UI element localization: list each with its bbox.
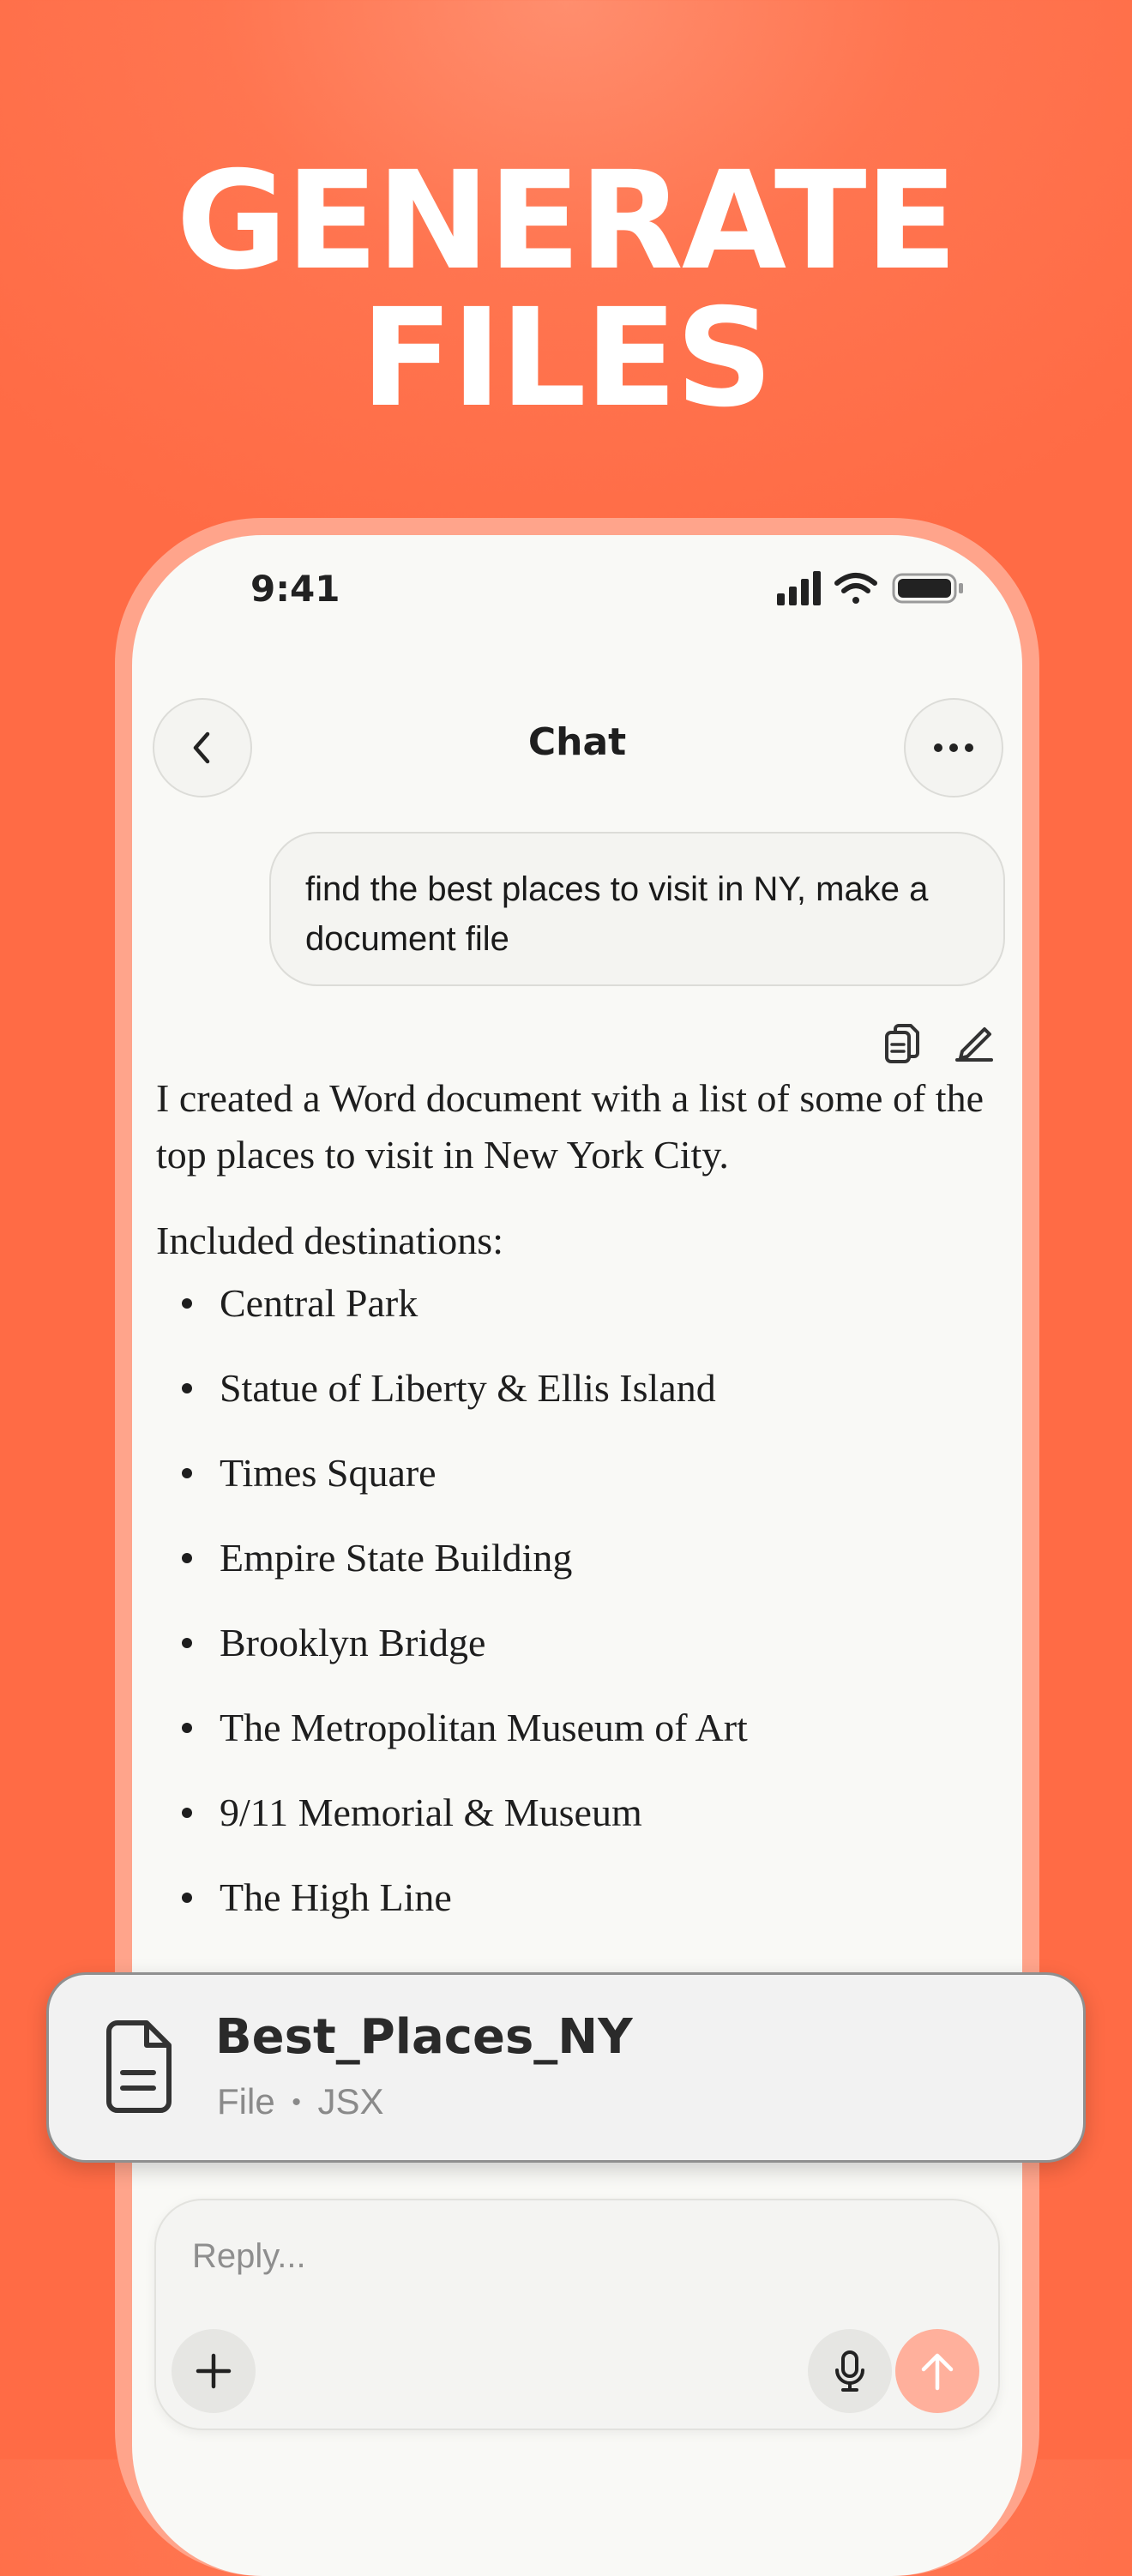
headline-line-1: GENERATE [176, 142, 957, 300]
phone-screen: 9:41 Chat find the best places to visit … [132, 535, 1022, 2576]
headline: GENERATE FILES [0, 153, 1132, 427]
list-item: The Metropolitan Museum of Art [156, 1702, 1005, 1787]
mic-icon [835, 2350, 864, 2392]
file-meta-separator: • [292, 2088, 301, 2116]
reply-composer [154, 2199, 1000, 2430]
battery-icon [892, 573, 963, 604]
signal-icon [777, 571, 821, 605]
edit-icon[interactable] [950, 1020, 998, 1068]
list-item: Brooklyn Bridge [156, 1617, 1005, 1702]
status-time: 9:41 [250, 568, 340, 610]
list-item: 9/11 Memorial & Museum [156, 1787, 1005, 1872]
send-button[interactable] [895, 2329, 979, 2413]
file-type-label: File [217, 2081, 275, 2122]
wifi-icon [834, 573, 877, 604]
file-meta: File • JSX [217, 2081, 384, 2122]
list-item: Statue of Liberty & Ellis Island [156, 1363, 1005, 1447]
more-button[interactable] [904, 698, 1003, 797]
list-item: Central Park [156, 1278, 1005, 1363]
list-item: Times Square [156, 1447, 1005, 1532]
assistant-message: I created a Word document with a list of… [156, 1070, 1005, 1957]
destinations-heading: Included destinations: [156, 1219, 503, 1262]
file-extension: JSX [317, 2081, 384, 2122]
add-attachment-button[interactable] [172, 2329, 256, 2413]
reply-input[interactable] [190, 2236, 948, 2277]
voice-input-button[interactable] [808, 2329, 892, 2413]
status-icons [777, 571, 963, 605]
headline-line-2: FILES [360, 280, 773, 437]
user-message-text: find the best places to visit in NY, mak… [305, 870, 929, 958]
plus-icon [196, 2353, 232, 2389]
assistant-intro: I created a Word document with a list of… [156, 1076, 984, 1177]
user-message-bubble: find the best places to visit in NY, mak… [269, 832, 1005, 986]
arrow-up-icon [921, 2353, 954, 2391]
page-title: Chat [527, 720, 627, 764]
destinations-list: Central Park Statue of Liberty & Ellis I… [156, 1278, 1005, 1957]
document-icon [106, 2020, 172, 2113]
message-actions [878, 1020, 998, 1072]
ellipsis-icon [934, 743, 973, 752]
file-name: Best_Places_NY [215, 2009, 633, 2065]
file-card[interactable]: Best_Places_NY File • JSX [46, 1972, 1086, 2163]
copy-icon[interactable] [878, 1020, 926, 1068]
list-item: The High Line [156, 1872, 1005, 1957]
list-item: Empire State Building [156, 1532, 1005, 1617]
